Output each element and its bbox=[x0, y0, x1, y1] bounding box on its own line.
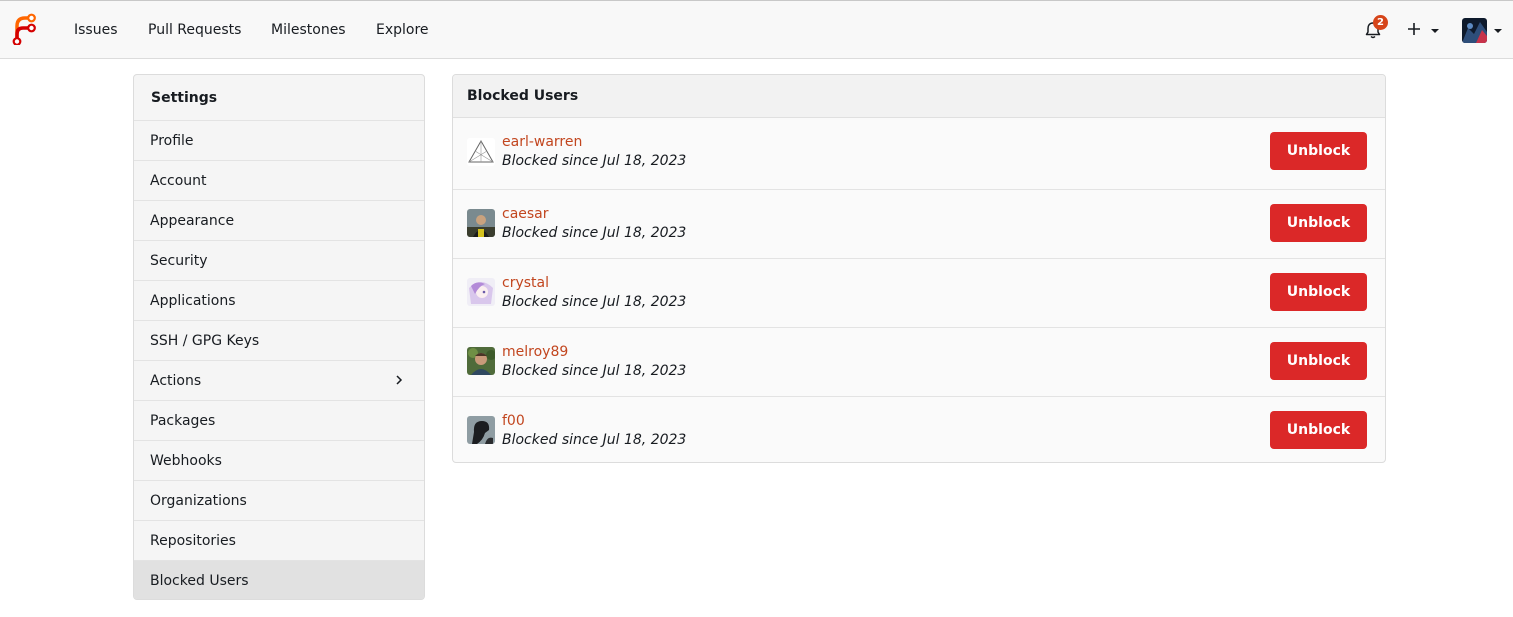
top-navbar: Issues Pull Requests Milestones Explore … bbox=[0, 0, 1513, 59]
blocked-since-text: Blocked since Jul 18, 2023 bbox=[502, 225, 687, 241]
sidebar-item-label: Repositories bbox=[150, 533, 236, 549]
unblock-button[interactable]: Unblock bbox=[1270, 411, 1367, 449]
plus-icon[interactable] bbox=[1406, 21, 1422, 37]
blocked-since-text: Blocked since Jul 18, 2023 bbox=[502, 153, 687, 169]
nav-pull-requests[interactable]: Pull Requests bbox=[148, 20, 241, 40]
unblock-button[interactable]: Unblock bbox=[1270, 204, 1367, 242]
blocked-users-panel: Blocked Users earl-warren Blocked since … bbox=[452, 74, 1386, 463]
blocked-user-row: caesar Blocked since Jul 18, 2023 Unbloc… bbox=[453, 190, 1385, 259]
blocked-since-text: Blocked since Jul 18, 2023 bbox=[502, 294, 687, 310]
notification-count-badge: 2 bbox=[1373, 15, 1388, 30]
blocked-since-text: Blocked since Jul 18, 2023 bbox=[502, 432, 687, 448]
sidebar-item-webhooks[interactable]: Webhooks bbox=[134, 441, 424, 481]
blocked-user-row: earl-warren Blocked since Jul 18, 2023 U… bbox=[453, 118, 1385, 190]
forgejo-logo-icon[interactable] bbox=[11, 13, 37, 45]
sidebar-item-label: Applications bbox=[150, 293, 236, 309]
unblock-button[interactable]: Unblock bbox=[1270, 342, 1367, 380]
sidebar-item-account[interactable]: Account bbox=[134, 161, 424, 201]
blocked-since-text: Blocked since Jul 18, 2023 bbox=[502, 363, 687, 379]
blocked-user-row: melroy89 Blocked since Jul 18, 2023 Unbl… bbox=[453, 328, 1385, 397]
blocked-user-name-link[interactable]: f00 bbox=[502, 412, 525, 430]
panel-title: Blocked Users bbox=[453, 75, 1385, 118]
nav-issues[interactable]: Issues bbox=[74, 20, 118, 40]
sidebar-item-security[interactable]: Security bbox=[134, 241, 424, 281]
sidebar-item-label: Profile bbox=[150, 133, 194, 149]
sidebar-item-label: Actions bbox=[150, 373, 202, 389]
unblock-button[interactable]: Unblock bbox=[1270, 273, 1367, 311]
sidebar-item-packages[interactable]: Packages bbox=[134, 401, 424, 441]
chevron-right-icon bbox=[396, 375, 403, 385]
sidebar-item-label: Organizations bbox=[150, 493, 247, 509]
user-menu-caret-icon[interactable] bbox=[1494, 29, 1502, 33]
sidebar-item-appearance[interactable]: Appearance bbox=[134, 201, 424, 241]
sidebar-item-applications[interactable]: Applications bbox=[134, 281, 424, 321]
settings-sidebar: Settings Profile Account Appearance Secu… bbox=[133, 74, 425, 600]
blocked-user-name-link[interactable]: crystal bbox=[502, 274, 549, 292]
blocked-user-name-link[interactable]: earl-warren bbox=[502, 133, 582, 151]
sidebar-title: Settings bbox=[134, 75, 424, 121]
sidebar-item-repositories[interactable]: Repositories bbox=[134, 521, 424, 561]
blocked-user-row: f00 Blocked since Jul 18, 2023 Unblock bbox=[453, 397, 1385, 462]
avatar[interactable] bbox=[467, 347, 495, 375]
blocked-user-name-link[interactable]: melroy89 bbox=[502, 343, 568, 361]
sidebar-item-label: Blocked Users bbox=[150, 573, 249, 589]
sidebar-item-organizations[interactable]: Organizations bbox=[134, 481, 424, 521]
sidebar-item-actions[interactable]: Actions bbox=[134, 361, 424, 401]
avatar[interactable] bbox=[467, 138, 495, 166]
sidebar-item-ssh-gpg-keys[interactable]: SSH / GPG Keys bbox=[134, 321, 424, 361]
nav-milestones[interactable]: Milestones bbox=[271, 20, 346, 40]
avatar[interactable] bbox=[467, 416, 495, 444]
unblock-button[interactable]: Unblock bbox=[1270, 132, 1367, 170]
create-dropdown-caret-icon[interactable] bbox=[1431, 29, 1439, 33]
nav-explore[interactable]: Explore bbox=[376, 20, 429, 40]
sidebar-item-label: SSH / GPG Keys bbox=[150, 333, 260, 349]
blocked-user-name-link[interactable]: caesar bbox=[502, 205, 549, 223]
sidebar-item-label: Account bbox=[150, 173, 207, 189]
sidebar-item-label: Packages bbox=[150, 413, 216, 429]
sidebar-item-blocked-users[interactable]: Blocked Users bbox=[134, 561, 424, 599]
blocked-user-row: crystal Blocked since Jul 18, 2023 Unblo… bbox=[453, 259, 1385, 328]
sidebar-item-label: Appearance bbox=[150, 213, 235, 229]
sidebar-item-label: Security bbox=[150, 253, 208, 269]
user-avatar[interactable] bbox=[1462, 18, 1487, 43]
avatar[interactable] bbox=[467, 209, 495, 237]
avatar[interactable] bbox=[467, 278, 495, 306]
sidebar-item-profile[interactable]: Profile bbox=[134, 121, 424, 161]
sidebar-item-label: Webhooks bbox=[150, 453, 222, 469]
